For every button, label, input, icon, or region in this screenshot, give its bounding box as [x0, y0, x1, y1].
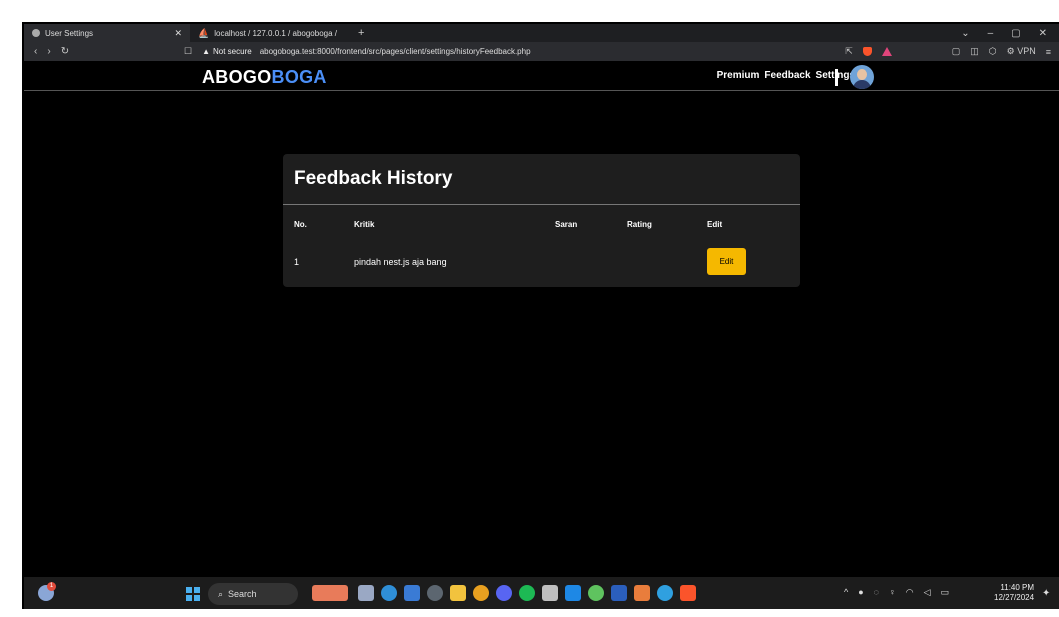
warning-icon: ▲ [202, 47, 210, 56]
tab-user-settings[interactable]: User Settings ✕ [24, 24, 190, 42]
site-logo[interactable]: ABOGOBOGA [202, 67, 327, 88]
clock[interactable]: 11:40 PM 12/27/2024 [994, 583, 1034, 603]
nav-premium[interactable]: Premium [717, 70, 760, 81]
app-icon[interactable] [657, 585, 673, 601]
microphone-icon[interactable]: ♀ [889, 587, 896, 598]
browser-window: User Settings ✕ ⛵ localhost / 127.0.0.1 … [22, 22, 1059, 609]
weather-badge: 1 [47, 582, 56, 591]
clock-time: 11:40 PM [1000, 583, 1035, 592]
widgets-icon[interactable] [312, 585, 348, 601]
taskbar: 1 ⌕ Search ^ ● ◌ ♀ ◠ ◁ ▭ 11:40 PM 12/27/… [24, 577, 1059, 609]
wifi-icon[interactable]: ◠ [906, 587, 914, 598]
spotify-icon[interactable] [519, 585, 535, 601]
window-controls: ⌄ – ▢ ✕ [961, 28, 1059, 39]
clock-date: 12/27/2024 [994, 593, 1035, 602]
page-title: Feedback History [294, 168, 453, 189]
volume-icon[interactable]: ◁ [924, 587, 931, 598]
tab-phpmyadmin[interactable]: ⛵ localhost / 127.0.0.1 / abogoboga / [190, 24, 350, 42]
site-header: ABOGOBOGA Premium Feedback Settings [24, 61, 1059, 91]
close-window-icon[interactable]: ✕ [1039, 28, 1047, 39]
menu-icon[interactable]: ≡ [1046, 47, 1051, 57]
nav-feedback[interactable]: Feedback [764, 70, 810, 81]
tray-app-icon[interactable]: ● [858, 587, 863, 598]
settings-icon[interactable] [427, 585, 443, 601]
bookmark-icon[interactable]: ☐ [184, 46, 192, 57]
tray-app-icon[interactable]: ◌ [874, 587, 879, 598]
row-kritik: pindah nest.js aja bang [354, 257, 447, 267]
notification-icon[interactable]: ✦ [1042, 588, 1050, 599]
whatsapp-icon[interactable] [588, 585, 604, 601]
security-indicator[interactable]: ▲ Not secure [202, 47, 252, 56]
edit-button[interactable]: Edit [707, 248, 746, 275]
tab-title: User Settings [45, 28, 94, 38]
security-label: Not secure [213, 47, 252, 56]
wallet-icon[interactable]: ◫ [970, 46, 979, 57]
battery-icon[interactable]: ▭ [941, 587, 950, 598]
minimize-icon[interactable]: – [988, 28, 994, 39]
app-icon[interactable] [634, 585, 650, 601]
chevron-up-icon[interactable]: ^ [844, 587, 848, 598]
tab-strip: User Settings ✕ ⛵ localhost / 127.0.0.1 … [24, 24, 1059, 42]
system-tray: ^ ● ◌ ♀ ◠ ◁ ▭ [844, 587, 949, 598]
taskbar-search[interactable]: ⌕ Search [208, 583, 298, 605]
vpn-button[interactable]: ⚙ VPN [1007, 46, 1036, 57]
column-header-saran: Saran [555, 220, 578, 229]
logo-part-2: BOGA [271, 67, 327, 87]
brave-shields-icon[interactable] [862, 47, 872, 56]
tab-title: localhost / 127.0.0.1 / abogoboga / [214, 28, 337, 38]
close-tab-icon[interactable]: ✕ [174, 28, 182, 39]
navigation-buttons: ‹ › ↻ [24, 46, 184, 57]
task-view-icon[interactable] [358, 585, 374, 601]
vpn-label: VPN [1017, 46, 1036, 56]
reload-icon[interactable]: ↻ [61, 46, 69, 57]
column-header-edit: Edit [707, 220, 723, 229]
tab-search-icon[interactable]: ⌄ [961, 28, 969, 39]
column-header-kritik: Kritik [354, 220, 375, 229]
app-icon[interactable] [542, 585, 558, 601]
restore-icon[interactable]: ▢ [1011, 28, 1020, 39]
brave-rewards-icon[interactable] [881, 47, 892, 56]
screenshot-frame: User Settings ✕ ⛵ localhost / 127.0.0.1 … [0, 0, 1059, 617]
logo-part-1: ABOGO [202, 67, 272, 87]
share-icon[interactable]: ⇱ [845, 46, 853, 57]
feedback-history-card: Feedback History No. Kritik Saran Rating… [283, 154, 800, 287]
forward-icon[interactable]: › [47, 46, 50, 57]
back-icon[interactable]: ‹ [34, 46, 37, 57]
title-divider [283, 204, 800, 205]
edge-icon[interactable] [381, 585, 397, 601]
avatar[interactable] [850, 65, 874, 89]
search-placeholder: Search [228, 589, 257, 599]
file-explorer-icon[interactable] [450, 585, 466, 601]
brave-icon[interactable] [680, 585, 696, 601]
chrome-icon[interactable] [473, 585, 489, 601]
discord-icon[interactable] [496, 585, 512, 601]
url-field[interactable]: abogoboga.test:8000/frontend/src/pages/c… [260, 47, 531, 56]
start-icon[interactable] [186, 587, 200, 601]
web-page: ABOGOBOGA Premium Feedback Settings Feed… [24, 61, 1059, 577]
word-icon[interactable] [611, 585, 627, 601]
column-header-no: No. [294, 220, 307, 229]
new-tab-button[interactable]: + [350, 27, 372, 39]
column-header-rating: Rating [627, 220, 652, 229]
extensions-icon[interactable]: ⬡ [989, 46, 997, 57]
phpmyadmin-icon: ⛵ [198, 27, 210, 38]
nav-divider [835, 69, 838, 86]
row-number: 1 [294, 257, 300, 267]
sidebar-icon[interactable]: ▢ [952, 46, 961, 57]
address-bar-actions: ⇱ ▢ ◫ ⬡ ⚙ VPN ≡ [845, 46, 1059, 57]
store-icon[interactable] [404, 585, 420, 601]
vscode-icon[interactable] [565, 585, 581, 601]
globe-icon [32, 29, 40, 37]
search-icon: ⌕ [218, 588, 224, 599]
address-bar: ‹ › ↻ ☐ ▲ Not secure abogoboga.test:8000… [24, 42, 1059, 61]
